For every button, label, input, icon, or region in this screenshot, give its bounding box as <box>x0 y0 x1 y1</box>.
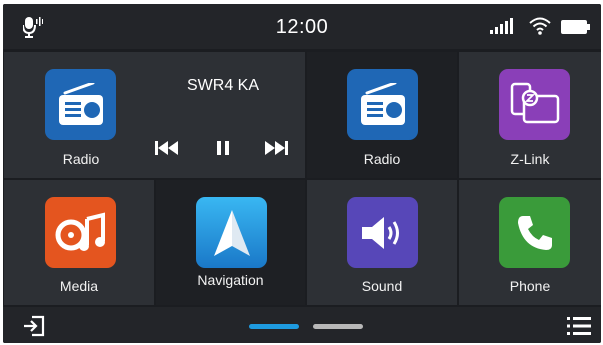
menu-icon[interactable] <box>567 316 591 341</box>
radio-icon <box>45 69 116 140</box>
z-link-tile[interactable]: Z-Link <box>459 52 601 178</box>
tile-label-radio: Radio <box>363 151 401 167</box>
tile-label-sound: Sound <box>361 278 403 294</box>
tile-label-media: Media <box>59 278 99 294</box>
navigation-tile[interactable]: Navigation <box>156 180 305 305</box>
navigation-icon <box>196 197 267 268</box>
status-bar: 12:00 <box>3 4 601 49</box>
station-name: SWR4 KA <box>186 77 259 94</box>
page-indicator[interactable] <box>313 324 363 329</box>
radio-tile[interactable]: Radio <box>307 52 457 178</box>
z-link-icon <box>499 69 570 140</box>
head-unit-screen: 12:00 Radio SWR4 KA Radio Z-Link Media N… <box>3 4 601 343</box>
sound-icon <box>347 197 418 268</box>
radio-icon <box>347 69 418 140</box>
media-tile[interactable]: Media <box>4 180 154 305</box>
tile-label-radio: Radio <box>62 151 100 167</box>
battery-icon <box>561 20 591 39</box>
sound-tile[interactable]: Sound <box>307 180 457 305</box>
bottom-bar <box>3 307 601 343</box>
page-indicator-active[interactable] <box>249 324 299 329</box>
signal-icon <box>490 18 516 39</box>
wifi-icon <box>529 17 551 40</box>
tile-label-z-link: Z-Link <box>510 151 550 167</box>
tile-label-navigation: Navigation <box>197 272 264 288</box>
previous-icon[interactable] <box>155 141 179 160</box>
exit-icon[interactable] <box>23 315 45 342</box>
media-icon <box>45 197 116 268</box>
tile-label-phone: Phone <box>509 278 551 294</box>
next-icon[interactable] <box>264 141 288 160</box>
pause-icon[interactable] <box>217 141 229 160</box>
phone-icon <box>499 197 570 268</box>
phone-tile[interactable]: Phone <box>459 180 601 305</box>
